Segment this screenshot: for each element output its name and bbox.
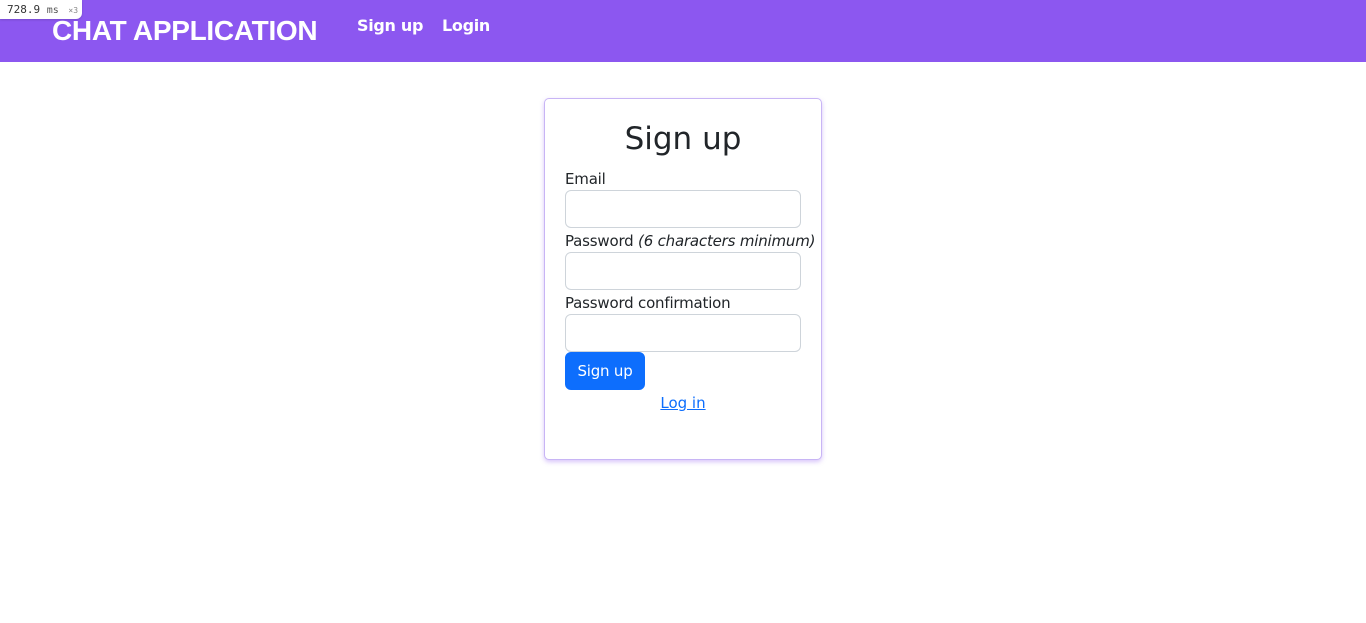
page-title: Sign up — [624, 121, 742, 157]
password-label: Password (6 characters minimum) — [565, 231, 815, 251]
login-link[interactable]: Log in — [660, 394, 705, 412]
top-navbar: CHAT APPLICATION Sign up Login — [0, 0, 1366, 62]
render-time-unit: ms — [46, 5, 59, 16]
email-label: Email — [565, 170, 606, 188]
password-field[interactable] — [565, 252, 801, 290]
password-label-text: Password — [565, 232, 634, 250]
nav-signup-link[interactable]: Sign up — [357, 14, 423, 38]
render-time-value: 728.9 — [7, 3, 41, 16]
signup-submit-button[interactable]: Sign up — [565, 352, 645, 390]
app-brand[interactable]: CHAT APPLICATION — [52, 13, 320, 49]
render-time-multiplier: ×3 — [68, 6, 79, 15]
render-time-badge: 728.9 ms ×3 — [0, 0, 82, 19]
password-confirmation-field[interactable] — [565, 314, 801, 352]
password-confirmation-label: Password confirmation — [565, 294, 731, 312]
login-link-container: Log in — [545, 392, 821, 414]
email-field[interactable] — [565, 190, 801, 228]
nav-login-link[interactable]: Login — [442, 14, 490, 38]
password-hint: (6 characters minimum) — [638, 232, 816, 250]
signup-card: Sign up Email Password (6 characters min… — [544, 98, 822, 460]
